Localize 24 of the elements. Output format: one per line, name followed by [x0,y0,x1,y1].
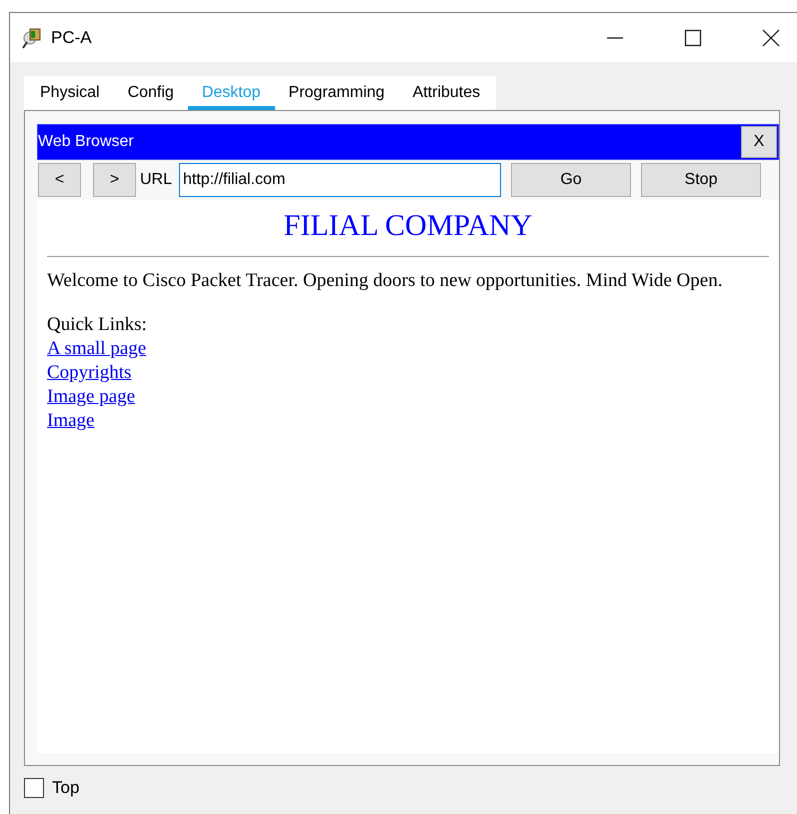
top-label: Top [52,778,80,798]
stop-button[interactable]: Stop [641,163,762,197]
url-field[interactable]: http://filial.com [179,163,502,197]
close-button[interactable]: X [741,126,777,158]
url-label: URL [140,171,172,189]
page-link[interactable]: Copyrights [47,362,132,383]
forward-button[interactable]: > [93,163,136,197]
close-icon[interactable] [762,28,780,46]
top-checkbox[interactable] [24,778,44,798]
window-title: PC-A [51,28,92,48]
browser-title: Web Browser [38,133,134,151]
back-button[interactable]: < [38,163,81,197]
page-link[interactable]: Image [47,410,94,431]
page-link[interactable]: A small page [47,338,146,359]
page-link[interactable]: Image page [47,386,136,407]
tab[interactable]: Config [114,76,188,110]
tab[interactable]: Physical [26,76,114,110]
tab[interactable]: Programming [274,76,399,110]
maximize-icon[interactable] [684,28,702,46]
welcome-text: Welcome to Cisco Packet Tracer. Opening doors to new opportunities. Mind Wide Open. [47,269,724,293]
page-heading: FILIAL COMPANY [282,208,534,244]
go-button[interactable]: Go [511,163,632,197]
tab[interactable]: Attributes [398,76,494,110]
quick-links-label: Quick Links: [47,313,148,337]
